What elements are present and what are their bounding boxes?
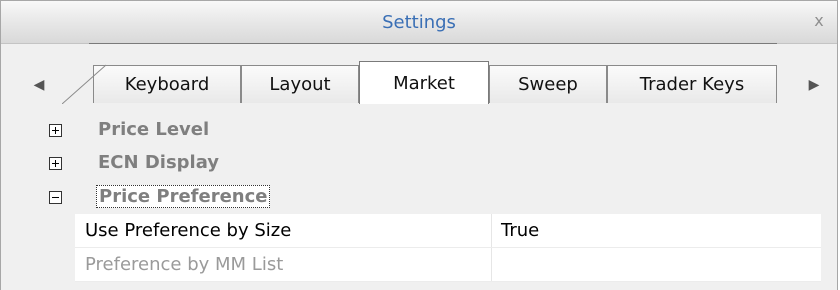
tab-scroll-left-icon[interactable]: ◀ bbox=[29, 75, 49, 95]
expand-plus-icon[interactable] bbox=[49, 124, 62, 137]
tab-baseline bbox=[89, 43, 777, 44]
tab-sweep[interactable]: Sweep bbox=[489, 65, 607, 103]
title-bar[interactable]: Settings x bbox=[1, 1, 837, 44]
property-name: Use Preference by Size bbox=[85, 220, 292, 241]
close-button[interactable]: x bbox=[809, 11, 829, 31]
property-grid: Use Preference by Size True Preference b… bbox=[75, 214, 821, 282]
tab-layout-label: Layout bbox=[269, 74, 331, 95]
property-row[interactable]: Preference by MM List bbox=[75, 248, 821, 282]
tab-market-label: Market bbox=[393, 73, 455, 94]
tab-trader-keys[interactable]: Trader Keys bbox=[607, 65, 777, 103]
expand-plus-icon[interactable] bbox=[49, 157, 62, 170]
collapse-minus-icon[interactable] bbox=[49, 191, 62, 204]
group-label: Price Level bbox=[98, 119, 210, 140]
tab-keyboard[interactable]: Keyboard bbox=[93, 65, 241, 103]
settings-window: Settings x ◀ Keyboard Layout Market Swee… bbox=[0, 0, 838, 290]
property-name: Preference by MM List bbox=[85, 254, 284, 275]
window-title: Settings bbox=[382, 12, 456, 33]
column-divider bbox=[491, 214, 492, 247]
tab-keyboard-label: Keyboard bbox=[124, 74, 210, 95]
column-divider bbox=[491, 248, 492, 281]
tab-scroll-right-icon[interactable]: ▶ bbox=[804, 75, 824, 95]
tab-layout[interactable]: Layout bbox=[241, 65, 359, 103]
property-value[interactable]: True bbox=[501, 214, 539, 247]
tab-trader-keys-label: Trader Keys bbox=[639, 74, 745, 95]
group-label: Price Preference bbox=[96, 185, 271, 208]
tab-sweep-label: Sweep bbox=[518, 74, 578, 95]
group-label: ECN Display bbox=[98, 152, 220, 173]
tab-market[interactable]: Market bbox=[359, 61, 489, 104]
tab-keyboard-slant bbox=[62, 64, 107, 104]
property-row[interactable]: Use Preference by Size True bbox=[75, 214, 821, 248]
